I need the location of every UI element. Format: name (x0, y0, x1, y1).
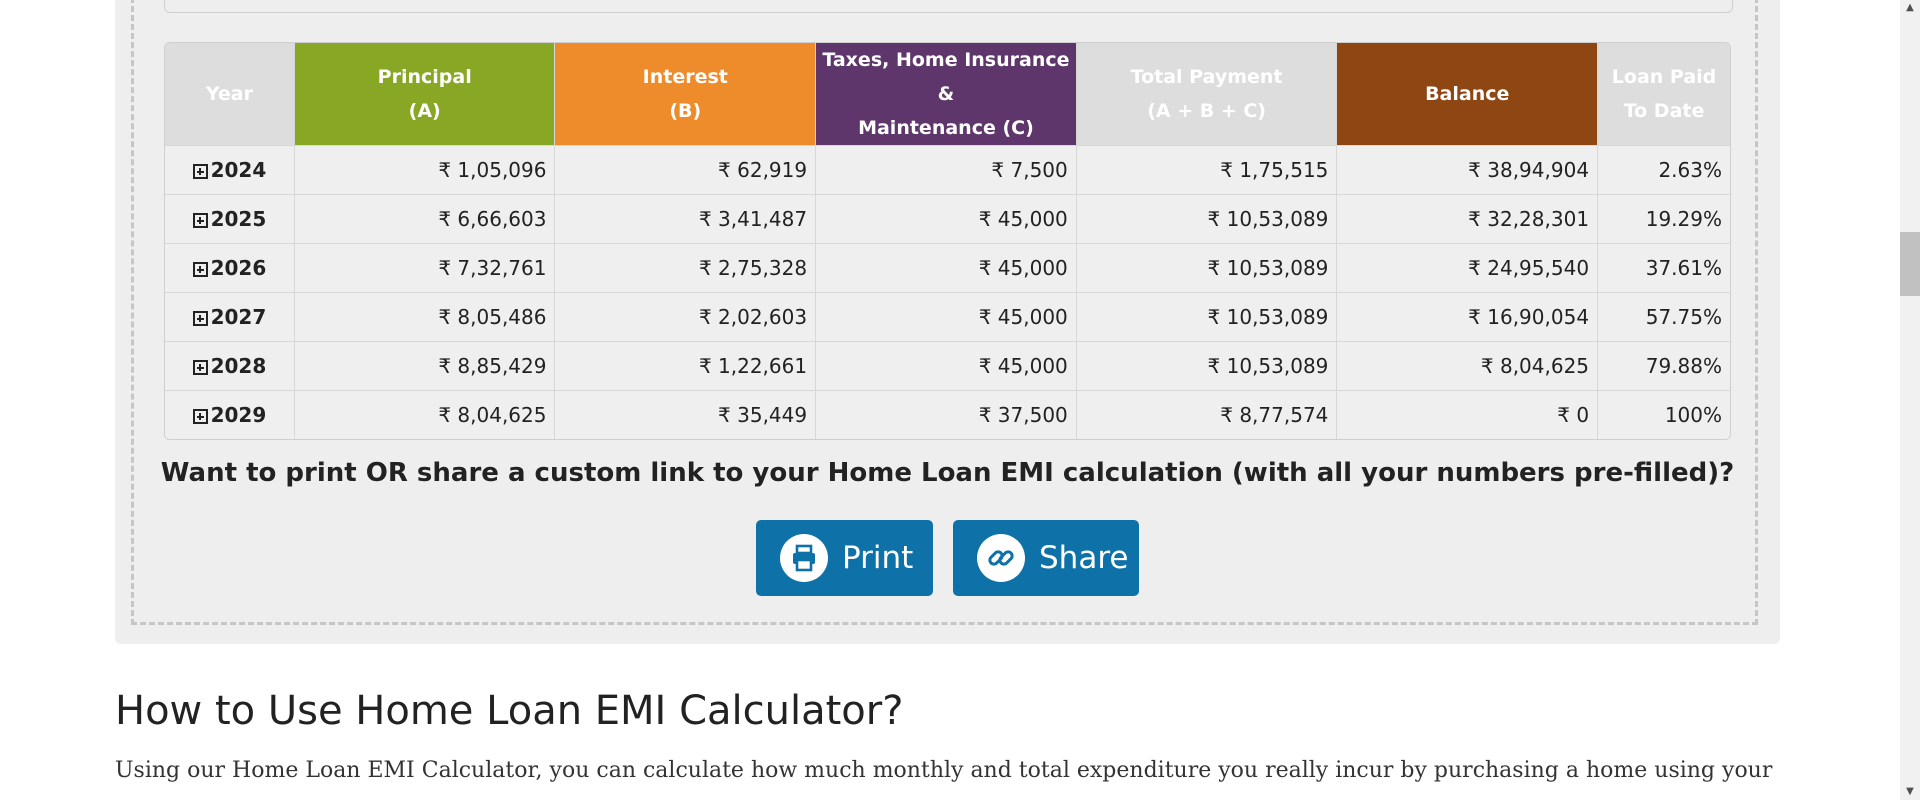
year-toggle[interactable]: 2027 (165, 292, 295, 341)
total-cell: ₹ 10,53,089 (1076, 341, 1338, 390)
total-cell: ₹ 10,53,089 (1076, 243, 1338, 292)
year-label: 2027 (210, 305, 267, 329)
table-row: 2029 ₹ 8,04,625 ₹ 35,449 ₹ 37,500 ₹ 8,77… (165, 390, 1730, 439)
balance-cell: ₹ 8,04,625 (1337, 341, 1599, 390)
table-row: 2025 ₹ 6,66,603 ₹ 3,41,487 ₹ 45,000 ₹ 10… (165, 194, 1730, 243)
scrollbar-thumb[interactable] (1900, 232, 1920, 296)
expand-plus-icon[interactable] (192, 311, 208, 326)
paid-cell: 100% (1598, 390, 1730, 439)
section-paragraph: Using our Home Loan EMI Calculator, you … (115, 758, 1773, 783)
balance-cell: ₹ 0 (1337, 390, 1599, 439)
total-cell: ₹ 1,75,515 (1076, 145, 1338, 194)
total-cell: ₹ 10,53,089 (1076, 194, 1338, 243)
interest-cell: ₹ 2,02,603 (555, 292, 817, 341)
header-total-payment: Total Payment (A + B + C) (1076, 43, 1338, 145)
interest-cell: ₹ 1,22,661 (555, 341, 817, 390)
previous-box-edge (164, 0, 1733, 13)
interest-cell: ₹ 62,919 (555, 145, 817, 194)
taxes-cell: ₹ 45,000 (816, 194, 1077, 243)
header-interest: Interest (B) (555, 43, 817, 145)
table-header-row: Year Principal (A) Interest (B) Taxes, Hom… (165, 43, 1730, 145)
year-label: 2024 (210, 158, 267, 182)
header-taxes: Taxes, Home Insurance & Maintenance (C) (816, 43, 1077, 145)
vertical-scrollbar[interactable]: ▲ ▼ (1900, 0, 1920, 800)
year-toggle[interactable]: 2026 (165, 243, 295, 292)
balance-cell: ₹ 24,95,540 (1337, 243, 1599, 292)
header-year: Year (165, 43, 295, 145)
share-question: Want to print OR share a custom link to … (160, 458, 1735, 488)
total-cell: ₹ 10,53,089 (1076, 292, 1338, 341)
table-row: 2026 ₹ 7,32,761 ₹ 2,75,328 ₹ 45,000 ₹ 10… (165, 243, 1730, 292)
balance-cell: ₹ 16,90,054 (1337, 292, 1599, 341)
balance-cell: ₹ 38,94,904 (1337, 145, 1599, 194)
share-label: Share (1039, 540, 1129, 576)
taxes-cell: ₹ 45,000 (816, 243, 1077, 292)
principal-cell: ₹ 6,66,603 (294, 194, 556, 243)
taxes-cell: ₹ 7,500 (816, 145, 1077, 194)
total-cell: ₹ 8,77,574 (1076, 390, 1338, 439)
page: Year Principal (A) Interest (B) Taxes, Hom… (0, 0, 1920, 800)
expand-plus-icon[interactable] (192, 213, 208, 228)
header-principal: Principal (A) (294, 43, 556, 145)
paid-cell: 79.88% (1598, 341, 1730, 390)
scroll-down-arrow-icon[interactable]: ▼ (1900, 784, 1920, 800)
taxes-cell: ₹ 45,000 (816, 292, 1077, 341)
year-toggle[interactable]: 2029 (165, 390, 295, 439)
scroll-up-arrow-icon[interactable]: ▲ (1900, 0, 1920, 16)
table-row: 2024 ₹ 1,05,096 ₹ 62,919 ₹ 7,500 ₹ 1,75,… (165, 145, 1730, 194)
interest-cell: ₹ 2,75,328 (555, 243, 817, 292)
table-row: 2027 ₹ 8,05,486 ₹ 2,02,603 ₹ 45,000 ₹ 10… (165, 292, 1730, 341)
year-toggle[interactable]: 2028 (165, 341, 295, 390)
principal-cell: ₹ 1,05,096 (294, 145, 556, 194)
expand-plus-icon[interactable] (192, 164, 208, 179)
year-label: 2029 (210, 403, 267, 427)
year-label: 2025 (210, 207, 267, 231)
expand-plus-icon[interactable] (192, 409, 208, 424)
balance-cell: ₹ 32,28,301 (1337, 194, 1599, 243)
payment-schedule-table: Year Principal (A) Interest (B) Taxes, Hom… (164, 42, 1731, 440)
paid-cell: 19.29% (1598, 194, 1730, 243)
link-icon (977, 534, 1025, 582)
header-balance: Balance (1337, 43, 1599, 145)
expand-plus-icon[interactable] (192, 262, 208, 277)
principal-cell: ₹ 8,04,625 (294, 390, 556, 439)
principal-cell: ₹ 8,05,486 (294, 292, 556, 341)
section-title: How to Use Home Loan EMI Calculator? (115, 688, 904, 734)
paid-cell: 2.63% (1598, 145, 1730, 194)
taxes-cell: ₹ 37,500 (816, 390, 1077, 439)
printer-icon (780, 534, 828, 582)
interest-cell: ₹ 3,41,487 (555, 194, 817, 243)
year-label: 2028 (210, 354, 267, 378)
year-label: 2026 (210, 256, 267, 280)
interest-cell: ₹ 35,449 (555, 390, 817, 439)
year-toggle[interactable]: 2024 (165, 145, 295, 194)
paid-cell: 57.75% (1598, 292, 1730, 341)
principal-cell: ₹ 8,85,429 (294, 341, 556, 390)
print-label: Print (842, 540, 914, 576)
year-toggle[interactable]: 2025 (165, 194, 295, 243)
header-loan-paid: Loan Paid To Date (1598, 43, 1730, 145)
expand-plus-icon[interactable] (192, 360, 208, 375)
print-button[interactable]: Print (756, 520, 933, 596)
table-row: 2028 ₹ 8,85,429 ₹ 1,22,661 ₹ 45,000 ₹ 10… (165, 341, 1730, 390)
share-button[interactable]: Share (953, 520, 1139, 596)
principal-cell: ₹ 7,32,761 (294, 243, 556, 292)
paid-cell: 37.61% (1598, 243, 1730, 292)
taxes-cell: ₹ 45,000 (816, 341, 1077, 390)
